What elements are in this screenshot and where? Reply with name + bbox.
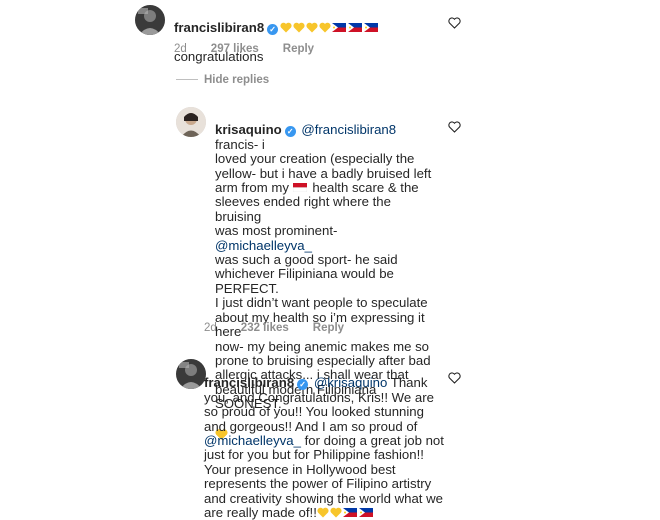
- mention-link[interactable]: @michaelleyva_: [204, 433, 301, 448]
- yellow-heart-emoji: [280, 23, 292, 33]
- divider: [176, 79, 198, 81]
- yellow-heart-emoji: [317, 507, 329, 518]
- username[interactable]: francislibiran8: [174, 20, 264, 35]
- verified-badge-icon: ✓: [267, 24, 279, 36]
- philippine-flag-emoji: [348, 23, 363, 33]
- philippine-flag-emoji: [332, 23, 347, 33]
- yellow-heart-emoji: [319, 23, 331, 33]
- avatar[interactable]: [176, 107, 206, 137]
- comment-meta: 2d 232 likes Reply: [204, 322, 368, 334]
- comment-body: francislibiran8 ✓ congratulations: [174, 7, 434, 65]
- hide-replies-toggle[interactable]: Hide replies: [176, 74, 269, 86]
- reply-button[interactable]: Reply: [283, 43, 314, 55]
- heart-outline-icon[interactable]: [448, 121, 461, 133]
- heart-outline-icon[interactable]: [448, 372, 461, 384]
- mention-link[interactable]: @michaelleyva_: [215, 238, 312, 253]
- heart-outline-icon[interactable]: [448, 17, 461, 29]
- timestamp: 2d: [174, 43, 187, 55]
- philippine-flag-emoji: [358, 508, 373, 518]
- comment-francislibiran8-top: francislibiran8 ✓ congratulations 2d 297 l…: [0, 0, 660, 64]
- philippine-flag-emoji: [342, 508, 357, 518]
- timestamp: 2d: [204, 322, 217, 334]
- username[interactable]: francislibiran8: [204, 375, 294, 390]
- avatar[interactable]: [135, 5, 165, 35]
- username[interactable]: krisaquino: [215, 122, 282, 137]
- likes-count[interactable]: 232 likes: [241, 322, 289, 334]
- avatar[interactable]: [176, 359, 206, 389]
- indonesian-flag-emoji: [292, 183, 307, 193]
- yellow-heart-emoji: [293, 23, 305, 33]
- comment-francislibiran8-reply: francislibiran8 ✓ @krisaquino Thank you, …: [0, 352, 660, 520]
- verified-badge-icon: ✓: [297, 379, 309, 391]
- reply-button[interactable]: Reply: [313, 322, 344, 334]
- likes-count[interactable]: 297 likes: [211, 43, 259, 55]
- yellow-heart-emoji: [330, 507, 342, 518]
- comment-body: francislibiran8 ✓ @krisaquino Thank you, …: [204, 362, 444, 520]
- mention-link[interactable]: @krisaquino: [314, 375, 388, 390]
- mention-link[interactable]: @francislibiran8: [301, 122, 396, 137]
- comment-krisaquino-reply: krisaquino ✓ @francislibiran8 francis- i …: [0, 100, 660, 440]
- verified-badge-icon: ✓: [284, 126, 296, 138]
- philippine-flag-emoji: [364, 23, 379, 33]
- yellow-heart-emoji: [306, 23, 318, 33]
- hide-replies-label[interactable]: Hide replies: [204, 74, 269, 86]
- comment-meta: 2d 297 likes Reply: [174, 43, 338, 55]
